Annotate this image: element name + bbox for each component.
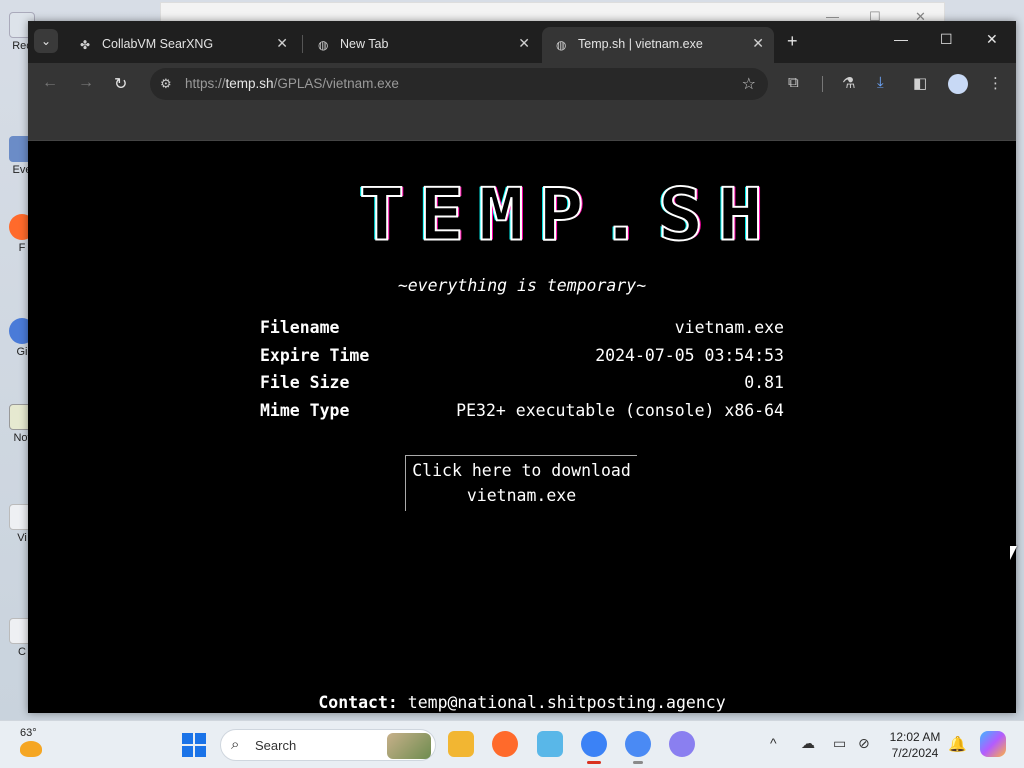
desktop-icon-label: C [18, 646, 26, 658]
taskbar: 63° ⌕ Search ^ ☁ ▭ ⊘ 12:02 AM 7/2/2024 🔔 [0, 720, 1024, 768]
desktop-icon-label: Vi [17, 532, 27, 544]
info-label: Expire Time [260, 345, 370, 365]
tab-title: CollabVM SearXNG [102, 37, 214, 51]
address-url[interactable]: https://temp.sh/GPLAS/vietnam.exe [185, 76, 399, 91]
weather-widget[interactable]: 63° [20, 727, 42, 757]
tab-collabvm-searxng[interactable]: ✤ CollabVM SearXNG ✕ [66, 27, 298, 63]
tab-close-icon[interactable]: ✕ [276, 35, 288, 52]
search-placeholder: Search [255, 738, 297, 753]
info-value: vietnam.exe [674, 318, 784, 337]
forward-button[interactable]: → [78, 74, 94, 92]
url-path: /GPLAS/vietnam.exe [273, 76, 399, 91]
search-icon: ⌕ [231, 736, 240, 753]
weather-temperature: 63° [20, 727, 37, 739]
chrome-dev-icon[interactable] [581, 731, 607, 764]
weather-icon [20, 741, 42, 757]
url-host: temp.sh [225, 76, 274, 91]
menu-icon[interactable]: ⋮ [988, 74, 1003, 92]
contact-label: Contact: [318, 693, 398, 712]
search-highlight-image [387, 733, 431, 759]
info-value: 2024-07-05 03:54:53 [595, 345, 784, 365]
maximize-button[interactable]: ☐ [940, 31, 953, 48]
tab-close-icon[interactable]: ✕ [518, 35, 530, 52]
notification-bell-icon[interactable]: 🔔 [948, 735, 967, 753]
download-button[interactable]: Click here to download vietnam.exe [405, 455, 637, 511]
download-icon[interactable]: ⤓ [877, 74, 884, 91]
display-icon[interactable]: ▭ [833, 735, 846, 752]
tab-search-button[interactable]: ⌄ [34, 29, 58, 53]
info-value: PE32+ executable (console) x86-64 [456, 400, 784, 420]
chrome-profile-icon[interactable] [625, 731, 651, 764]
close-window-button[interactable]: ✕ [986, 31, 998, 48]
profile-icon[interactable] [948, 74, 968, 94]
clock-date: 7/2/2024 [891, 746, 939, 760]
contact-line: Contact: temp@national.shitposting.agenc… [28, 693, 1016, 712]
info-row-mime-type: Mime Type PE32+ executable (console) x86… [260, 401, 784, 429]
address-bar[interactable]: ⚙ https://temp.sh/GPLAS/vietnam.exe ☆ [150, 68, 768, 100]
info-row-expire-time: Expire Time 2024-07-05 03:54:53 [260, 346, 784, 374]
site-logo: TEMP.SH [358, 172, 778, 257]
side-panel-icon[interactable]: ◧ [913, 74, 927, 92]
download-label: Click here to download [412, 461, 631, 480]
tab-strip: ⌄ ✤ CollabVM SearXNG ✕ ◍ New Tab ✕ ◍ Tem… [28, 21, 1016, 63]
app-window-icon[interactable] [537, 731, 563, 757]
page-content: TEMP.SH ~everything is temporary~ Filena… [28, 142, 1016, 713]
onedrive-icon[interactable]: ☁ [801, 735, 815, 752]
browser-toolbar: ← → ↻ ⚙ https://temp.sh/GPLAS/vietnam.ex… [28, 63, 1016, 105]
tray-chevron-icon[interactable]: ^ [770, 735, 777, 751]
mouse-cursor-icon [1010, 546, 1017, 560]
info-row-file-size: File Size 0.81 [260, 373, 784, 401]
start-button[interactable] [182, 733, 206, 757]
browser-window: ⌄ ✤ CollabVM SearXNG ✕ ◍ New Tab ✕ ◍ Tem… [28, 21, 1016, 713]
reload-button[interactable]: ↻ [114, 74, 127, 94]
minimize-button[interactable]: — [894, 31, 908, 47]
extensions-icon[interactable]: ⧉ [788, 74, 799, 91]
toolbar-divider [822, 76, 823, 92]
back-button[interactable]: ← [42, 74, 58, 92]
new-tab-button[interactable]: + [787, 31, 798, 51]
contact-email[interactable]: temp@national.shitposting.agency [408, 693, 726, 712]
desktop-icon-label: F [18, 242, 26, 254]
taskbar-search[interactable]: ⌕ Search [220, 729, 436, 761]
url-scheme: https:// [185, 76, 226, 91]
site-tagline: ~everything is temporary~ [397, 276, 647, 295]
file-info-table: Filename vietnam.exe Expire Time 2024-07… [260, 318, 784, 428]
download-filename: vietnam.exe [466, 486, 577, 505]
info-label: Mime Type [260, 400, 350, 420]
globe-favicon-icon: ◍ [556, 38, 567, 52]
info-value: 0.81 [744, 373, 784, 392]
site-info-icon[interactable]: ⚙ [160, 76, 172, 92]
bookmarks-bar [28, 105, 1016, 141]
file-explorer-icon[interactable] [448, 731, 474, 757]
info-label: Filename [260, 318, 340, 337]
globe-favicon-icon: ◍ [318, 38, 329, 52]
taskbar-clock[interactable]: 12:02 AM 7/2/2024 [884, 729, 946, 761]
clock-time: 12:02 AM [889, 730, 941, 744]
info-row-filename: Filename vietnam.exe [260, 318, 784, 346]
puzzle-favicon-icon: ✤ [80, 38, 91, 52]
tab-title: Temp.sh | vietnam.exe [578, 37, 703, 51]
labs-icon[interactable]: ⚗ [842, 74, 855, 92]
copilot-icon[interactable] [980, 731, 1006, 757]
desktop-icon-label: Gi [16, 346, 28, 358]
firefox-icon[interactable] [492, 731, 518, 757]
info-label: File Size [260, 373, 350, 392]
tab-close-icon[interactable]: ✕ [752, 35, 764, 52]
tab-separator [302, 35, 303, 53]
bookmark-star-icon[interactable]: ☆ [742, 74, 756, 94]
tab-temp-sh[interactable]: ◍ Temp.sh | vietnam.exe ✕ [542, 27, 774, 63]
chrome-canary-icon[interactable] [669, 731, 695, 757]
tab-new-tab[interactable]: ◍ New Tab ✕ [304, 27, 540, 63]
network-icon[interactable]: ⊘ [858, 735, 870, 752]
tab-title: New Tab [340, 37, 389, 51]
